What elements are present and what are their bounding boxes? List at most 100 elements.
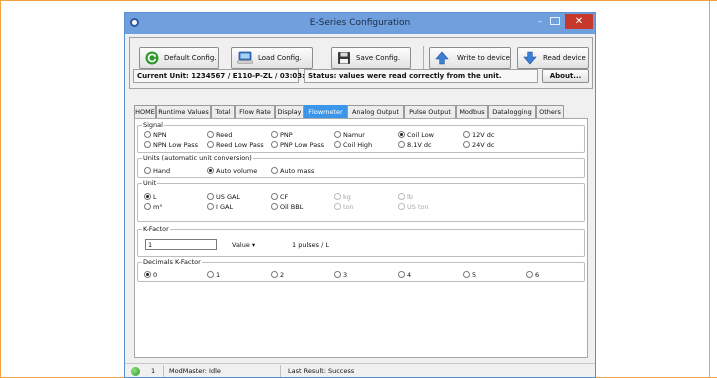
radio-label: PNP: [280, 131, 293, 139]
radio-label: Auto volume: [216, 167, 258, 175]
radio-circle: [144, 203, 151, 210]
units-conversion-title: Units (automatic unit conversion): [142, 154, 253, 163]
radio-circle: [334, 131, 341, 138]
signal-12v-radio[interactable]: 12V dc: [463, 131, 494, 139]
radio-circle-selected: [207, 167, 214, 174]
radio-circle: [463, 131, 470, 138]
radio-label: Reed: [216, 131, 233, 139]
signal-reed-radio[interactable]: Reed: [207, 131, 232, 139]
close-button[interactable]: ✕: [565, 14, 593, 29]
kfactor-type-select[interactable]: Value ▾: [232, 241, 255, 249]
radio-circle: [207, 193, 214, 200]
signal-coil-low-radio[interactable]: Coil Low: [398, 131, 434, 139]
tab-strip: HOME Runtime Values Total Flow Rate Disp…: [134, 105, 594, 118]
decimals-title: Decimals K-Factor: [142, 258, 202, 267]
signal-pnp-low-pass-radio[interactable]: PNP Low Pass: [271, 141, 324, 149]
radio-circle: [463, 271, 470, 278]
tab-flow-rate[interactable]: Flow Rate: [235, 105, 275, 118]
radio-circle: [398, 141, 405, 148]
tab-pulse-output[interactable]: Pulse Output: [404, 105, 456, 118]
title-bar[interactable]: E-Series Configuration – ✕: [125, 13, 595, 34]
signal-pnp-radio[interactable]: PNP: [271, 131, 293, 139]
tab-runtime-values[interactable]: Runtime Values: [156, 105, 211, 118]
port-number: 1: [151, 367, 156, 375]
kfactor-input[interactable]: [145, 239, 217, 250]
tab-home[interactable]: HOME: [134, 105, 156, 118]
radio-label: Auto mass: [280, 167, 315, 175]
decimals-2-radio[interactable]: 2: [271, 271, 284, 279]
maximize-button[interactable]: [550, 17, 560, 25]
signal-npn-low-pass-radio[interactable]: NPN Low Pass: [144, 141, 198, 149]
radio-circle: [207, 203, 214, 210]
save-config-button[interactable]: Save Config.: [331, 47, 411, 69]
signal-24v-radio[interactable]: 24V dc: [463, 141, 494, 149]
tab-analog-output[interactable]: Analog Output: [347, 105, 404, 118]
radio-circle: [334, 141, 341, 148]
load-config-label: Load Config.: [258, 54, 302, 62]
radio-label: Reed Low Pass: [216, 141, 264, 149]
minimize-button[interactable]: –: [533, 16, 547, 28]
radio-label: US ton: [407, 203, 429, 211]
radio-label: NPN Low Pass: [153, 141, 198, 149]
radio-label: 3: [343, 271, 348, 279]
radio-label: Hand: [153, 167, 171, 175]
connection-status-icon: [131, 367, 140, 376]
units-auto-mass-radio[interactable]: Auto mass: [271, 167, 314, 175]
write-device-button[interactable]: Write to device: [429, 47, 511, 69]
decimals-3-radio[interactable]: 3: [334, 271, 347, 279]
signal-8v-radio[interactable]: 8.1V dc: [398, 141, 432, 149]
tab-display[interactable]: Display: [275, 105, 304, 118]
signal-reed-low-pass-radio[interactable]: Reed Low Pass: [207, 141, 264, 149]
load-config-button[interactable]: Load Config.: [231, 47, 313, 69]
signal-npn-radio[interactable]: NPN: [144, 131, 167, 139]
decimals-4-radio[interactable]: 4: [398, 271, 411, 279]
signal-coil-high-radio[interactable]: Coil High: [334, 141, 372, 149]
tab-datalogging[interactable]: Datalogging: [488, 105, 536, 118]
default-config-label: Default Config.: [164, 54, 217, 62]
radio-label: I GAL: [216, 203, 234, 211]
radio-label: 1: [216, 271, 221, 279]
radio-label: NPN: [153, 131, 167, 139]
radio-circle: [334, 203, 341, 210]
read-device-button[interactable]: Read device: [517, 47, 589, 69]
about-button[interactable]: About...: [542, 69, 589, 83]
units-auto-volume-radio[interactable]: Auto volume: [207, 167, 257, 175]
unit-us-gal-radio[interactable]: US GAL: [207, 193, 240, 201]
radio-circle-selected: [144, 271, 151, 278]
default-config-button[interactable]: Default Config.: [139, 47, 219, 69]
tab-flowmeter[interactable]: Flowmeter: [304, 105, 347, 118]
radio-circle-selected: [398, 131, 405, 138]
unit-status-row: Current Unit: 1234567 / E110-P-ZL / 03:0…: [133, 69, 589, 83]
unit-m3-radio[interactable]: m³: [144, 203, 162, 211]
decimals-0-radio[interactable]: 0: [144, 271, 157, 279]
read-device-label: Read device: [543, 54, 586, 62]
radio-circle: [463, 141, 470, 148]
unit-kg-radio: kg: [334, 193, 351, 201]
status-separator: [280, 365, 281, 377]
unit-l-radio[interactable]: L: [144, 193, 157, 201]
unit-i-gal-radio[interactable]: I GAL: [207, 203, 233, 211]
tab-others[interactable]: Others: [536, 105, 564, 118]
radio-label: CF: [280, 193, 289, 201]
kfactor-group: K-Factor Value ▾ 1 pulses / L: [137, 225, 585, 257]
unit-cf-radio[interactable]: CF: [271, 193, 288, 201]
units-hand-radio[interactable]: Hand: [144, 167, 170, 175]
signal-group-title: Signal: [142, 121, 164, 130]
decimals-6-radio[interactable]: 6: [526, 271, 539, 279]
laptop-icon: [237, 51, 253, 64]
radio-label: lb: [407, 193, 413, 201]
tab-total[interactable]: Total: [211, 105, 235, 118]
status-bar: 1 ModMaster: Idle Last Result: Success: [125, 363, 595, 377]
units-conversion-group: Units (automatic unit conversion) Hand A…: [137, 154, 585, 178]
decimals-group: Decimals K-Factor 0 1 2 3 4 5 6: [137, 258, 585, 282]
decimals-5-radio[interactable]: 5: [463, 271, 476, 279]
tab-modbus[interactable]: Modbus: [456, 105, 488, 118]
kfactor-title: K-Factor: [142, 225, 170, 234]
outer-frame-right: [709, 0, 710, 378]
radio-label: Coil Low: [407, 131, 434, 139]
decimals-1-radio[interactable]: 1: [207, 271, 220, 279]
unit-oil-bbl-radio[interactable]: Oil BBL: [271, 203, 303, 211]
window-title: E-Series Configuration: [309, 18, 411, 28]
signal-group: Signal NPN Reed PNP Namur Coil Low 12V d…: [137, 121, 585, 153]
signal-namur-radio[interactable]: Namur: [334, 131, 365, 139]
